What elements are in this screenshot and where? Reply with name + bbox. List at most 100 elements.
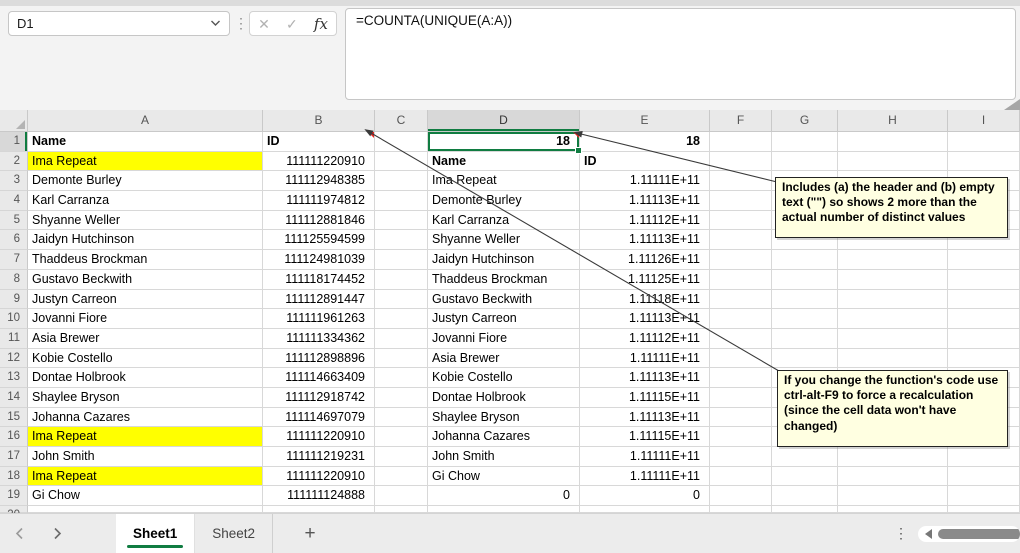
cell-H18[interactable] [838,466,948,487]
cell-A7[interactable]: Thaddeus Brockman [28,250,263,270]
cell-G7[interactable] [772,250,838,270]
row-header-5[interactable]: 5 [0,210,28,231]
cell-A14[interactable]: Shaylee Bryson [28,387,263,408]
cell-B9[interactable]: 111112891447 [263,289,375,310]
column-header-A[interactable]: A [28,110,263,132]
cell-F9[interactable] [710,289,772,310]
column-header-D[interactable]: D [428,110,580,132]
cell-B6[interactable]: 111125594599 [263,230,375,251]
cell-D4[interactable]: Demonte Burley [428,191,580,211]
select-all-button[interactable] [0,110,28,132]
cell-F4[interactable] [710,191,772,211]
row-header-13[interactable]: 13 [0,368,28,388]
column-header-G[interactable]: G [772,110,838,132]
row-header-15[interactable]: 15 [0,407,28,428]
note-recalculation-tip[interactable]: If you change the function's code use ct… [777,370,1008,447]
cell-C17[interactable] [375,447,428,467]
cell-B2[interactable]: 111111220910 [263,151,375,172]
cell-G20[interactable] [772,506,838,513]
cell-G11[interactable] [772,328,838,349]
ellipsis-separator-icon[interactable]: ⋮ [234,12,248,34]
cell-D9[interactable]: Gustavo Beckwith [428,289,580,310]
cell-C5[interactable] [375,210,428,231]
cell-I19[interactable] [948,486,1020,507]
cell-A5[interactable]: Shyanne Weller [28,210,263,231]
cell-B1[interactable]: ID [263,132,375,152]
cell-D6[interactable]: Shyanne Weller [428,230,580,251]
cell-B17[interactable]: 111111219231 [263,447,375,467]
cell-D18[interactable]: Gi Chow [428,466,580,487]
cell-I8[interactable] [948,269,1020,290]
cell-E11[interactable]: 1.11112E+11 [580,328,710,349]
cell-D13[interactable]: Kobie Costello [428,368,580,388]
cell-I1[interactable] [948,132,1020,152]
cell-B3[interactable]: 111112948385 [263,171,375,192]
cell-F13[interactable] [710,368,772,388]
cell-C16[interactable] [375,427,428,447]
cell-F8[interactable] [710,269,772,290]
cell-C1[interactable] [375,132,428,152]
cell-H8[interactable] [838,269,948,290]
cell-D20[interactable] [428,506,580,513]
row-header-1[interactable]: 1 [0,132,28,152]
cell-C19[interactable] [375,486,428,507]
cell-F1[interactable] [710,132,772,152]
cell-H11[interactable] [838,328,948,349]
cell-D3[interactable]: Ima Repeat [428,171,580,192]
cell-F11[interactable] [710,328,772,349]
column-header-C[interactable]: C [375,110,428,132]
cell-C12[interactable] [375,348,428,369]
row-header-7[interactable]: 7 [0,250,28,270]
insert-function-icon[interactable]: fx [314,15,328,33]
cell-H9[interactable] [838,289,948,310]
cell-D15[interactable]: Shaylee Bryson [428,407,580,428]
cell-F14[interactable] [710,387,772,408]
cell-D16[interactable]: Johanna Cazares [428,427,580,447]
cell-B4[interactable]: 111111974812 [263,191,375,211]
sheet-tab-sheet1[interactable]: Sheet1 [116,514,196,553]
sheet-tab-sheet2[interactable]: Sheet2 [195,514,274,553]
cell-F17[interactable] [710,447,772,467]
cell-E10[interactable]: 1.11113E+11 [580,309,710,329]
cell-C6[interactable] [375,230,428,251]
cell-C14[interactable] [375,387,428,408]
cell-A11[interactable]: Asia Brewer [28,328,263,349]
cell-G9[interactable] [772,289,838,310]
cell-E1[interactable]: 18 [580,132,710,152]
cell-B10[interactable]: 111111961263 [263,309,375,329]
cell-B12[interactable]: 111112898896 [263,348,375,369]
cell-D5[interactable]: Karl Carranza [428,210,580,231]
cell-F2[interactable] [710,151,772,172]
scroll-left-arrow-icon[interactable] [925,528,932,539]
cell-B14[interactable]: 111112918742 [263,387,375,408]
cell-A19[interactable]: Gi Chow [28,486,263,507]
cell-G10[interactable] [772,309,838,329]
cell-E18[interactable]: 1.11111E+11 [580,466,710,487]
row-header-20[interactable]: 20 [0,506,28,513]
cell-B7[interactable]: 111124981039 [263,250,375,270]
cell-D14[interactable]: Dontae Holbrook [428,387,580,408]
tab-menu-ellipsis-icon[interactable]: ⋮ [884,525,918,542]
cell-F5[interactable] [710,210,772,231]
cell-G8[interactable] [772,269,838,290]
cell-C8[interactable] [375,269,428,290]
cell-I2[interactable] [948,151,1020,172]
cell-G12[interactable] [772,348,838,369]
row-header-12[interactable]: 12 [0,348,28,369]
cell-E16[interactable]: 1.11115E+11 [580,427,710,447]
cell-C10[interactable] [375,309,428,329]
cell-H12[interactable] [838,348,948,369]
scrollbar-thumb[interactable] [938,528,1020,539]
cell-F20[interactable] [710,506,772,513]
cell-A10[interactable]: Jovanni Fiore [28,309,263,329]
cell-H20[interactable] [838,506,948,513]
column-header-E[interactable]: E [580,110,710,132]
cell-E5[interactable]: 1.11112E+11 [580,210,710,231]
cell-A3[interactable]: Demonte Burley [28,171,263,192]
row-header-4[interactable]: 4 [0,191,28,211]
cell-E20[interactable] [580,506,710,513]
row-header-10[interactable]: 10 [0,309,28,329]
cell-A13[interactable]: Dontae Holbrook [28,368,263,388]
cell-I12[interactable] [948,348,1020,369]
cell-I18[interactable] [948,466,1020,487]
